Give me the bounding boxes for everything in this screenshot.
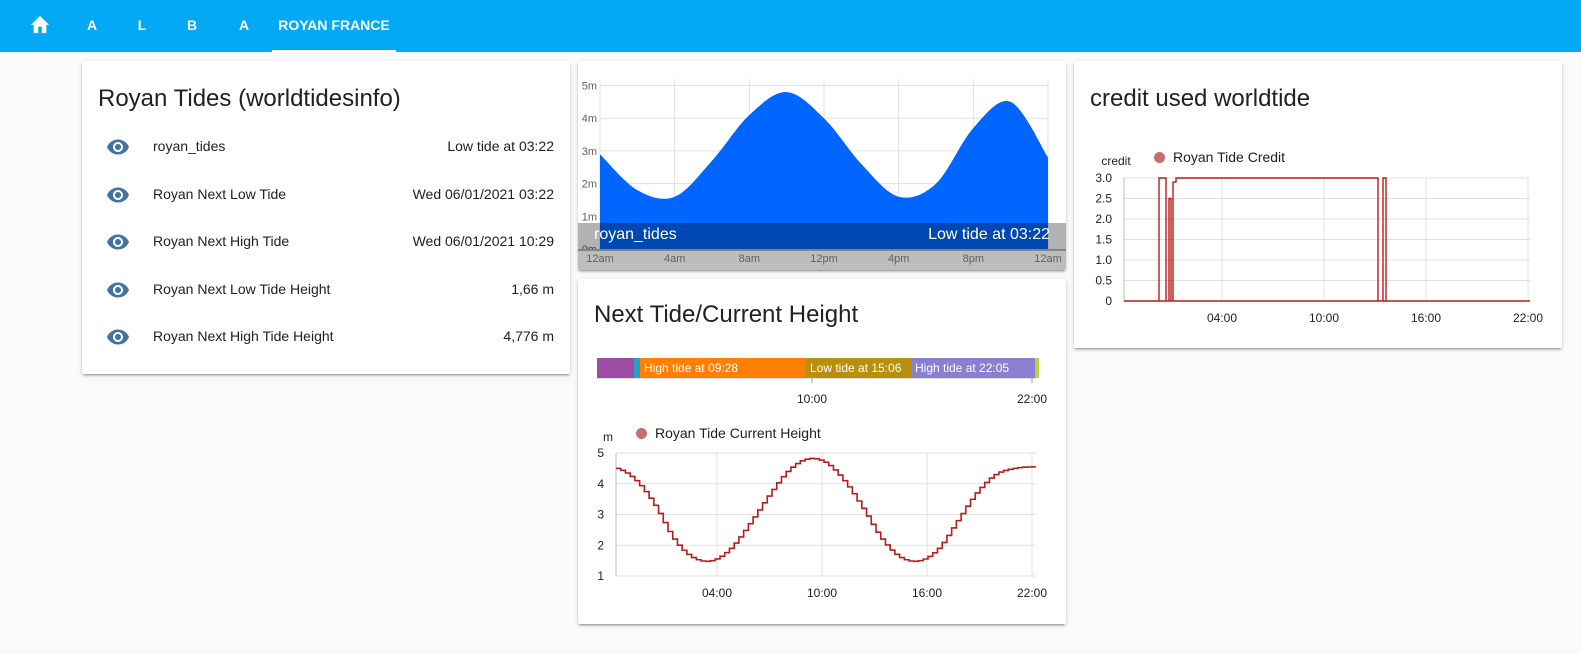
- entity-value: 4,776 m: [503, 328, 554, 344]
- y-tick-label: 2m: [582, 179, 597, 191]
- height-line-chart: m 1 2 3 4 5 04:00 10:00 16:00 22:00: [597, 430, 1047, 600]
- x-tick-label: 8am: [739, 253, 760, 265]
- tab-a-1[interactable]: A: [76, 0, 108, 52]
- eye-icon: [107, 282, 129, 297]
- next-tide-card: Next Tide/Current Height High tide at 09…: [578, 279, 1066, 624]
- x-tick-label: 12pm: [810, 253, 838, 265]
- home-icon: [30, 15, 50, 34]
- entity-name: Royan Next High Tide Height: [153, 328, 334, 344]
- entity-row[interactable]: Royan Next High Tide Wed 06/01/2021 10:29: [82, 222, 570, 262]
- x-tick-label: 22:00: [1017, 586, 1047, 600]
- entity-value: Wed 06/01/2021 03:22: [412, 185, 554, 202]
- x-tick-label: 8pm: [963, 253, 984, 265]
- x-tick-label: 4pm: [888, 253, 909, 265]
- tab-label: ROYAN FRANCE: [278, 17, 390, 33]
- entity-name: royan_tides: [153, 138, 226, 154]
- y-tick-label: 2: [597, 538, 604, 552]
- x-tick-label: 04:00: [1207, 311, 1237, 325]
- entity-value: 1,66 m: [511, 280, 554, 297]
- timeline-segment[interactable]: [1035, 358, 1039, 378]
- x-tick-label: 4am: [664, 253, 685, 265]
- entity-row[interactable]: Royan Next High Tide Height 4,776 m: [82, 317, 570, 357]
- y-tick-label: 3: [597, 508, 604, 522]
- tide-timeline[interactable]: High tide at 09:28 Low tide at 15:06 High …: [597, 358, 1039, 378]
- y-tick-label: 1.5: [1095, 233, 1112, 247]
- x-tick-label: 22:00: [1513, 311, 1543, 325]
- y-tick-label: 4: [597, 477, 604, 491]
- timeline-segment[interactable]: [597, 358, 634, 378]
- tab-royan-france[interactable]: ROYAN FRANCE: [272, 0, 396, 52]
- timeline-axis: 10:00 22:00: [597, 378, 1047, 406]
- tide-graph-card[interactable]: 0m1m2m3m4m5m12am4am8am12pm4pm8pm12am12am…: [578, 61, 1066, 270]
- tab-l[interactable]: L: [126, 0, 158, 52]
- y-tick-label: 1m: [582, 211, 597, 223]
- y-tick-label: 4m: [582, 113, 597, 125]
- y-tick-label: 5m: [582, 81, 597, 93]
- eye-icon: [107, 329, 129, 345]
- entity-value: Low tide at 03:22: [447, 138, 554, 154]
- timeline-segment[interactable]: High tide at 22:05: [911, 358, 1035, 378]
- credit-line-chart: credit 0 0.5 1.0 1.5 2.0 2.5 3.0 04:00 10:00 16:00…: [1095, 154, 1543, 325]
- tab-home[interactable]: [18, 0, 62, 52]
- y-tick-label: 3m: [582, 146, 597, 158]
- tab-label: L: [137, 17, 147, 33]
- y-tick-label: 2.0: [1095, 212, 1112, 226]
- entity-value: Wed 06/01/2021 10:29: [412, 233, 554, 249]
- entity-row[interactable]: royan_tides Low tide at 03:22: [82, 127, 570, 167]
- x-tick-label: 10:00: [807, 586, 837, 600]
- entity-row[interactable]: Royan Next Low Tide Height 1,66 m: [82, 270, 570, 310]
- y-tick-label: 1.0: [1095, 253, 1112, 267]
- y-tick-label: 2.5: [1095, 192, 1112, 206]
- top-app-bar: A L B A ROYAN FRANCE: [0, 0, 1581, 52]
- y-tick-label: 5: [597, 446, 604, 460]
- entity-name: Royan Next High Tide: [153, 233, 290, 249]
- entity-name: Royan Next Low Tide: [153, 185, 287, 202]
- x-tick-label: 16:00: [1411, 311, 1441, 325]
- credit-card: credit used worldtide Royan Tide Credit …: [1074, 61, 1562, 348]
- y-tick-label: 1: [597, 569, 604, 583]
- timeline-segment[interactable]: High tide at 09:28: [640, 358, 806, 378]
- card-title: credit used worldtide: [1090, 85, 1311, 112]
- x-tick-label: 16:00: [912, 586, 942, 600]
- entity-row[interactable]: Royan Next Low Tide Wed 06/01/2021 03:22: [82, 175, 570, 215]
- x-tick-label: 12am: [586, 253, 614, 265]
- graph-footer: royan_tides Low tide at 03:22: [578, 223, 1066, 251]
- y-axis-label: credit: [1101, 154, 1131, 168]
- timeline-tick-label: 10:00: [797, 392, 827, 406]
- current-height-series: [616, 457, 1036, 563]
- eye-icon: [107, 139, 129, 155]
- card-title: Next Tide/Current Height: [594, 301, 859, 328]
- eye-icon: [107, 234, 129, 250]
- graph-entity-name: royan_tides: [594, 226, 677, 243]
- y-tick-label: 3.0: [1095, 171, 1112, 185]
- eye-icon: [107, 187, 129, 202]
- y-tick-label: 0: [1105, 294, 1112, 308]
- timeline-tick-label: 22:00: [1017, 392, 1047, 406]
- x-tick-label: 04:00: [702, 586, 732, 600]
- timeline-segment[interactable]: Low tide at 15:06: [806, 358, 911, 378]
- y-axis-label: m: [603, 430, 613, 444]
- entities-card: Royan Tides (worldtidesinfo) royan_tides…: [82, 61, 570, 374]
- y-tick-label: 0.5: [1095, 274, 1112, 288]
- tab-label: A: [238, 17, 250, 33]
- card-title: Royan Tides (worldtidesinfo): [98, 85, 401, 112]
- graph-entity-state: Low tide at 03:22: [928, 226, 1050, 243]
- entity-name: Royan Next Low Tide Height: [153, 280, 331, 297]
- x-tick-label: 10:00: [1309, 311, 1339, 325]
- tab-label: A: [86, 17, 98, 33]
- tab-label: B: [186, 17, 198, 33]
- tab-b[interactable]: B: [176, 0, 208, 52]
- tab-a-2[interactable]: A: [228, 0, 260, 52]
- x-tick-label: 12am: [1034, 253, 1062, 265]
